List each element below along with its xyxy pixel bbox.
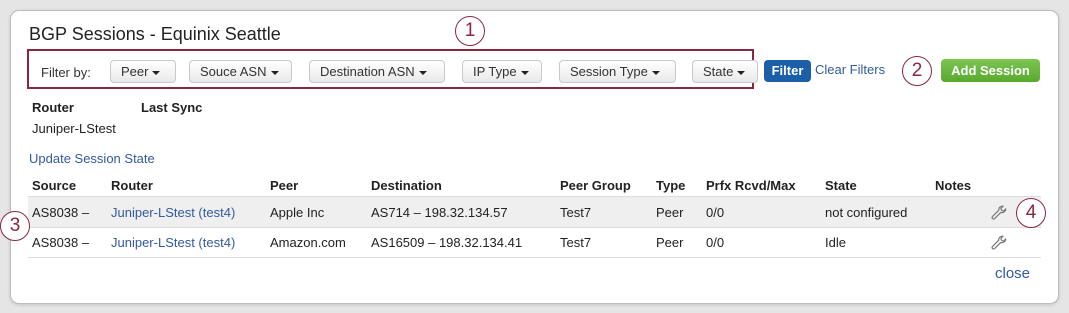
update-session-state-link[interactable]: Update Session State (29, 151, 155, 166)
table-row: AS8038 – Juniper-LStest (test4) Apple In… (28, 196, 1041, 228)
column-header-type: Type (656, 178, 686, 193)
router-value: Juniper-LStest (32, 121, 116, 136)
type-cell: Peer (656, 205, 684, 220)
destination-cell: AS16509 – 198.32.134.41 (371, 235, 523, 250)
column-header-peer-group: Peer Group (560, 178, 631, 193)
router-link[interactable]: Juniper-LStest (test4) (111, 235, 235, 250)
ip-type-filter-dropdown[interactable]: IP Type (462, 60, 542, 83)
peer-group-cell: Test7 (560, 235, 592, 250)
filter-bar: Filter by: Peer Souce ASN Destination AS… (27, 49, 758, 89)
callout-4: 4 (1016, 198, 1046, 228)
session-type-filter-dropdown[interactable]: Session Type (559, 60, 676, 83)
caret-down-icon (418, 70, 427, 75)
source-cell: AS8038 – (32, 205, 90, 220)
column-header-prefix: Prfx Rcvd/Max (706, 178, 796, 193)
source-cell: AS8038 – (32, 235, 90, 250)
caret-down-icon (270, 70, 279, 75)
source-asn-filter-dropdown[interactable]: Souce ASN (189, 60, 292, 83)
column-header-router: Router (111, 178, 153, 193)
caret-down-icon (651, 70, 660, 75)
caret-down-icon (152, 70, 161, 75)
column-header-destination: Destination (371, 178, 442, 193)
callout-1: 1 (455, 16, 485, 46)
peer-cell: Amazon.com (270, 235, 346, 250)
table-row: AS8038 – Juniper-LStest (test4) Amazon.c… (28, 227, 1041, 258)
state-filter-dropdown[interactable]: State (692, 60, 758, 83)
filter-button[interactable]: Filter (764, 60, 811, 82)
close-link[interactable]: close (995, 265, 1030, 282)
peer-cell: Apple Inc (270, 205, 325, 220)
caret-down-icon (737, 70, 746, 75)
state-cell: Idle (825, 235, 846, 250)
column-header-peer: Peer (270, 178, 299, 193)
add-session-button[interactable]: Add Session (941, 59, 1040, 82)
prefix-cell: 0/0 (706, 205, 725, 220)
last-sync-header: Last Sync (141, 100, 203, 115)
wrench-icon[interactable] (990, 234, 1008, 252)
caret-down-icon (520, 70, 529, 75)
router-link[interactable]: Juniper-LStest (test4) (111, 205, 235, 220)
clear-filters-link[interactable]: Clear Filters (815, 62, 885, 77)
destination-cell: AS714 – 198.32.134.57 (371, 205, 508, 220)
wrench-icon[interactable] (990, 204, 1008, 222)
callout-2: 2 (902, 56, 932, 86)
destination-asn-filter-dropdown[interactable]: Destination ASN (309, 60, 445, 83)
callout-3: 3 (0, 211, 30, 241)
filter-label: Filter by: (41, 65, 91, 80)
peer-filter-dropdown[interactable]: Peer (110, 60, 176, 83)
column-header-source: Source (32, 178, 77, 193)
state-cell: not configured (825, 205, 908, 220)
router-header: Router (32, 100, 74, 115)
column-header-state: State (825, 178, 857, 193)
column-header-notes: Notes (935, 178, 972, 193)
type-cell: Peer (656, 235, 684, 250)
peer-group-cell: Test7 (560, 205, 592, 220)
bgp-sessions-panel: BGP Sessions - Equinix Seattle Filter by… (10, 10, 1059, 304)
page-title: BGP Sessions - Equinix Seattle (29, 24, 281, 44)
prefix-cell: 0/0 (706, 235, 725, 250)
